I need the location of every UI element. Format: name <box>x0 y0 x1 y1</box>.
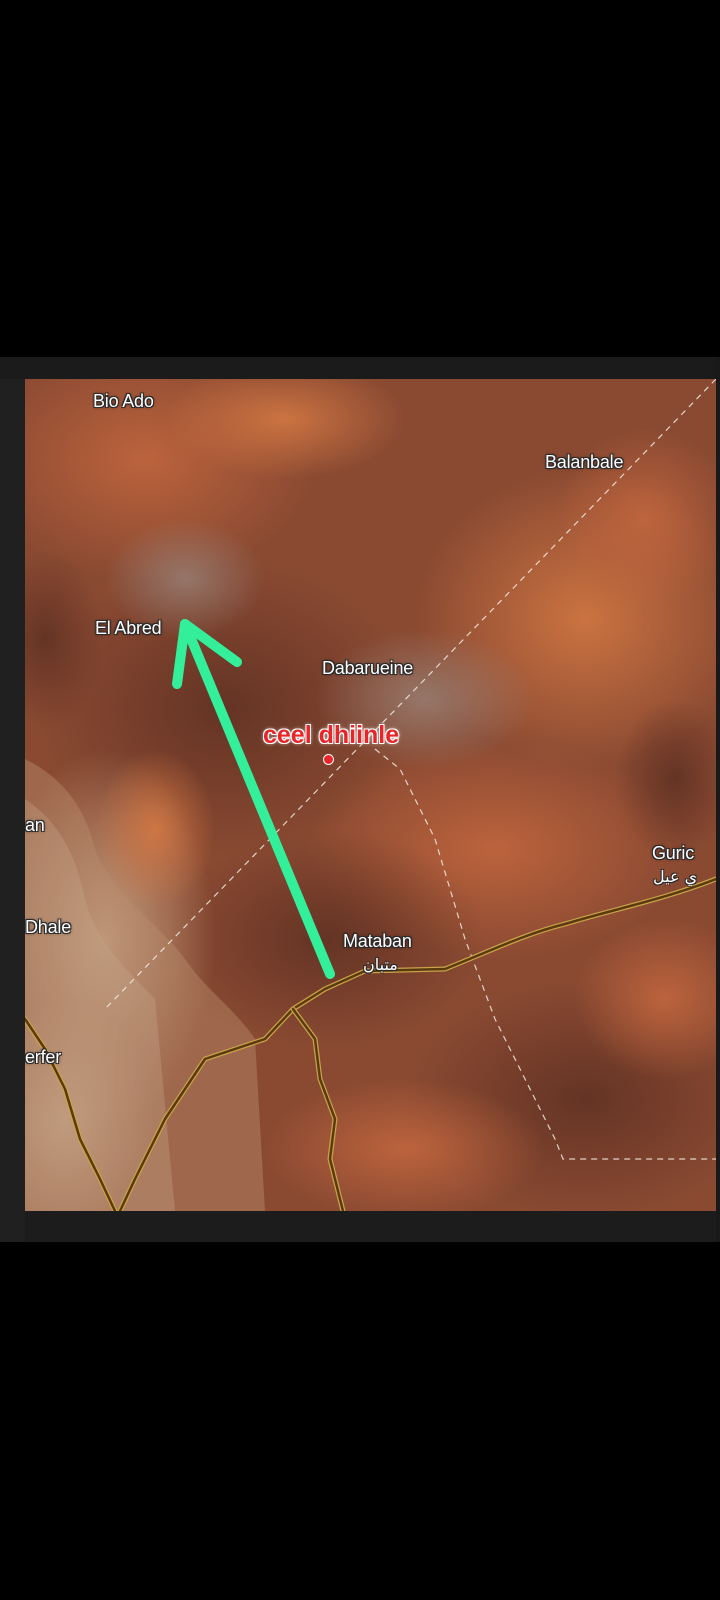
place-label-dhale: Dhale <box>25 917 72 937</box>
place-label-ferfer: erfer <box>25 1047 62 1067</box>
place-label-mataban: Mataban <box>343 931 412 951</box>
satellite-map[interactable]: Bio Ado Balanbale El Abred Dabarueine Ma… <box>25 379 716 1211</box>
place-label-guric: Guric <box>652 843 695 863</box>
place-label-an: an <box>25 815 45 835</box>
marker-label: ceel dhiinle <box>263 721 400 749</box>
place-label-bio-ado: Bio Ado <box>93 391 154 411</box>
viewer-right-edge <box>716 357 720 1242</box>
place-label-el-abred: El Abred <box>95 618 162 638</box>
place-label-dabarueine: Dabarueine <box>322 658 414 678</box>
place-label-mataban-local: متبان <box>363 955 398 974</box>
viewer-left-edge <box>0 379 25 1242</box>
map-canvas <box>25 379 716 1211</box>
marker-dot[interactable] <box>323 754 334 765</box>
viewer-top-bar <box>0 357 720 379</box>
place-label-guric-local: ي عيل <box>653 867 698 886</box>
place-label-balanbale: Balanbale <box>545 452 624 472</box>
